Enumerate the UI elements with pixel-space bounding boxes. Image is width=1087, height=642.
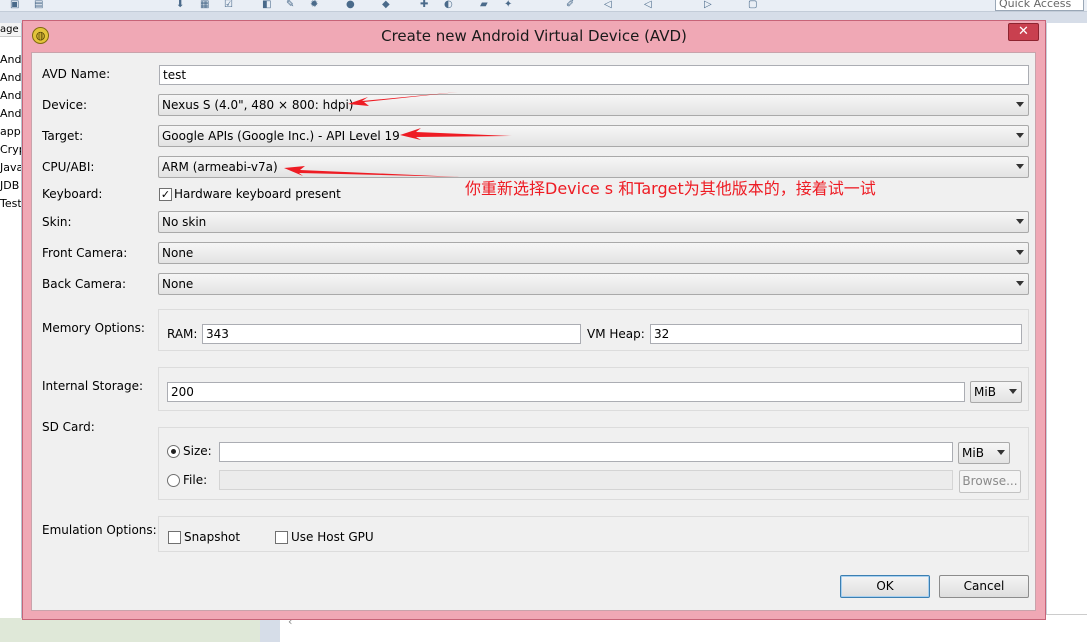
- arrow-to-device: [348, 92, 458, 106]
- annotation-note: 你重新选择Device s 和Target为其他版本的，接着试一试: [465, 179, 876, 198]
- annotation-arrows: [284, 92, 512, 177]
- arrow-to-cpu: [284, 166, 460, 177]
- arrow-to-target: [400, 128, 512, 140]
